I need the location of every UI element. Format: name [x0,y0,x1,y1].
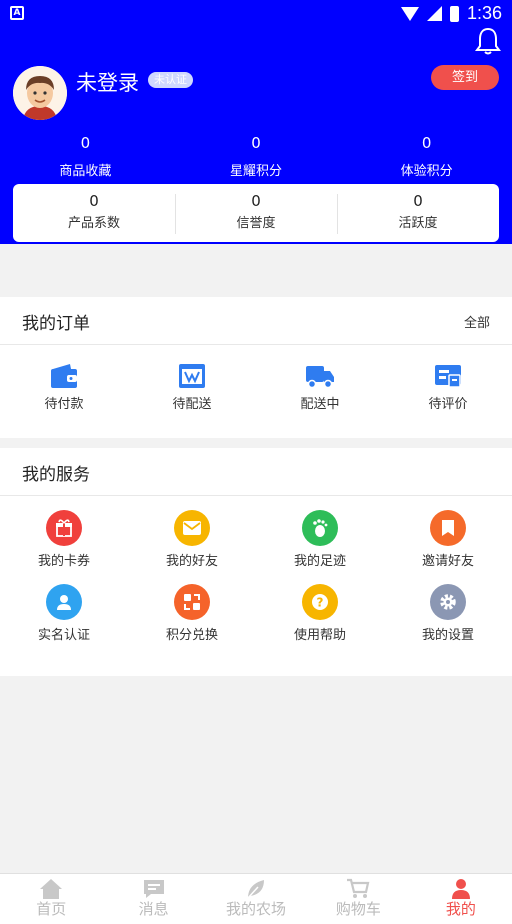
user-badge-icon [46,584,82,620]
nav-cart[interactable]: 购物车 [307,874,409,924]
section-title: 我的订单 [22,314,90,334]
order-pending-delivery[interactable]: 待配送 [128,345,256,419]
message-icon [143,880,164,898]
stat-favorites[interactable]: 0 商品收藏 [0,134,171,179]
nav-label: 我的 [445,900,476,918]
order-label: 待评价 [428,397,468,412]
service-my-settings[interactable]: 我的设置 [384,576,512,650]
nav-label: 消息 [138,900,169,918]
clock: 1:36 [466,3,502,23]
verification-badge: 未认证 [148,72,193,88]
truck-icon [306,366,334,389]
svg-text:?: ? [317,596,324,610]
service-label: 我的足迹 [293,554,346,569]
services-header: 我的服务 [0,448,512,496]
view-all-orders-link[interactable]: 全部 [464,312,490,331]
question-icon: ? [302,584,338,620]
service-points-exchange[interactable]: 积分兑换 [128,576,256,650]
battery-icon [449,5,459,22]
nav-label: 购物车 [335,900,381,918]
stat-star-points[interactable]: 0 星耀积分 [171,134,342,179]
stat-label: 活跃度 [398,216,438,231]
orders-header: 我的订单 全部 [0,297,512,345]
cart-icon [347,878,370,898]
home-icon [40,879,63,899]
service-my-footprints[interactable]: 我的足迹 [256,502,384,576]
wifi-icon [400,6,419,21]
signal-icon [426,6,442,21]
gift-icon [46,510,82,546]
nav-my-farm[interactable]: 我的农场 [205,874,307,924]
service-label: 实名认证 [37,628,90,643]
order-label: 配送中 [300,397,340,412]
stat-value: 0 [251,134,261,152]
service-label: 我的好友 [165,554,218,569]
app-notification-icon: A [10,6,24,20]
stat-value: 0 [89,192,99,210]
avatar[interactable] [13,66,67,120]
services-section: 我的服务 我的卡券 我的好友 我的足迹 邀请好友 实名认证 积分兑换 ? 使用帮… [0,448,512,676]
stat-value: 0 [413,192,423,210]
service-label: 使用帮助 [293,628,346,643]
stat-label: 体验积分 [400,164,453,179]
section-title: 我的服务 [22,465,90,485]
stat-label: 产品系数 [67,216,120,231]
checkin-button[interactable]: 签到 [431,65,499,90]
stat-label: 信誉度 [236,216,276,231]
order-pending-payment[interactable]: 待付款 [0,345,128,419]
service-label: 积分兑换 [165,628,218,643]
service-real-name-verification[interactable]: 实名认证 [0,576,128,650]
order-label: 待配送 [172,397,212,412]
order-pending-review[interactable]: 待评价 [384,345,512,419]
service-label: 邀请好友 [421,554,474,569]
stat-value: 0 [80,134,91,152]
wallet-icon [51,364,77,388]
avatar-image [13,66,67,120]
stats-row: 0 商品收藏 0 星耀积分 0 体验积分 [0,134,512,179]
stat-product-coefficient[interactable]: 0 产品系数 [13,192,175,234]
service-invite-friends[interactable]: 邀请好友 [384,502,512,576]
services-row: 实名认证 积分兑换 ? 使用帮助 我的设置 [0,576,512,650]
stat-experience-points[interactable]: 0 体验积分 [341,134,512,179]
nav-label: 我的农场 [226,900,287,918]
username[interactable]: 未登录 [76,67,139,97]
nav-label: 首页 [36,900,67,918]
stats-card: 0 产品系数 0 信誉度 0 活跃度 [13,184,499,242]
envelope-icon [174,510,210,546]
service-my-coupons[interactable]: 我的卡券 [0,502,128,576]
status-bar: A 1:36 [0,0,512,26]
system-icons: 1:36 [400,3,502,24]
gear-icon [430,584,466,620]
leaf-icon [247,880,265,899]
stat-label: 星耀积分 [230,164,283,179]
bell-icon[interactable] [474,26,502,56]
package-icon [179,364,205,388]
stat-label: 商品收藏 [59,164,112,179]
nav-messages[interactable]: 消息 [102,874,204,924]
profile-header: 未登录 未认证 签到 0 商品收藏 0 星耀积分 0 体验积分 0 产品系数 0… [0,26,512,244]
order-label: 待付款 [44,397,84,412]
service-help[interactable]: ? 使用帮助 [256,576,384,650]
service-label: 我的设置 [421,628,474,643]
nav-me[interactable]: 我的 [410,874,512,924]
stat-reputation[interactable]: 0 信誉度 [175,192,337,234]
stat-value: 0 [251,192,261,210]
person-icon [451,879,470,899]
services-grid: 我的卡券 我的好友 我的足迹 邀请好友 实名认证 积分兑换 ? 使用帮助 我的设… [0,496,512,650]
nav-home[interactable]: 首页 [0,874,102,924]
service-my-friends[interactable]: 我的好友 [128,502,256,576]
service-label: 我的卡券 [37,554,90,569]
footprint-icon [302,510,338,546]
exchange-icon [174,584,210,620]
order-in-delivery[interactable]: 配送中 [256,345,384,419]
orders-section: 我的订单 全部 待付款 待配送 配送中 待评价 [0,297,512,438]
bookmark-icon [430,510,466,546]
stat-value: 0 [421,134,432,152]
bottom-navigation: 首页 消息 我的农场 购物车 我的 [0,873,512,924]
review-icon [435,365,461,388]
orders-grid: 待付款 待配送 配送中 待评价 [0,345,512,419]
stat-activity[interactable]: 0 活跃度 [337,192,499,234]
services-row: 我的卡券 我的好友 我的足迹 邀请好友 [0,502,512,576]
